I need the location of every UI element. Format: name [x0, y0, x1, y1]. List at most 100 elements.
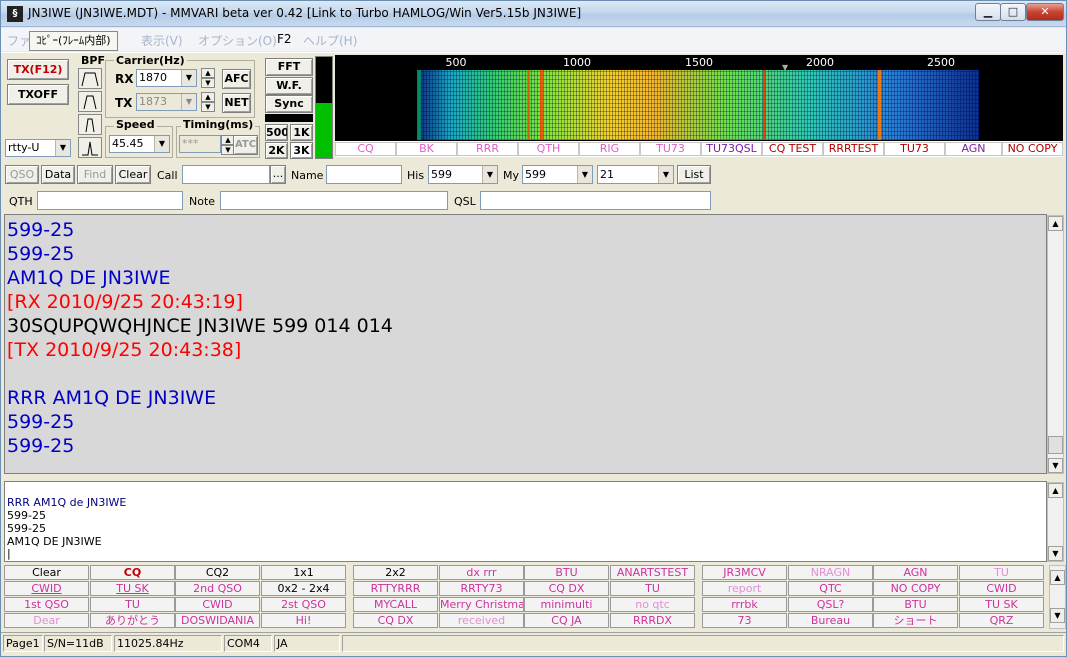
- qso-button[interactable]: QSO: [5, 165, 39, 184]
- his-report-select[interactable]: 599 ▼: [428, 165, 498, 184]
- macro-button[interactable]: RRTY73: [439, 581, 524, 596]
- macro-button[interactable]: 1x1: [261, 565, 346, 580]
- atc-button[interactable]: ATC: [233, 135, 258, 155]
- tx-button[interactable]: TX(F12): [7, 59, 69, 80]
- afc-button[interactable]: AFC: [222, 69, 251, 89]
- macro-button[interactable]: 0x2 - 2x4: [261, 581, 346, 596]
- quick-button-cq-test[interactable]: CQ TEST: [762, 142, 823, 156]
- timing-input[interactable]: ***: [179, 135, 221, 153]
- call-lookup-button[interactable]: ...: [270, 165, 286, 184]
- macro-button[interactable]: TU: [610, 581, 695, 596]
- menu-option[interactable]: オプション(O): [198, 32, 277, 49]
- macro-button[interactable]: BTU: [524, 565, 609, 580]
- maximize-button[interactable]: □: [1000, 3, 1026, 21]
- bpf-wide-button[interactable]: [78, 68, 102, 89]
- macro-button[interactable]: ありがとう: [90, 613, 175, 628]
- bpf-narrow-button[interactable]: [78, 114, 102, 135]
- waterfall-button[interactable]: W.F.: [265, 77, 313, 95]
- net-button[interactable]: NET: [222, 93, 251, 113]
- bpf-sharp-button[interactable]: [78, 137, 102, 158]
- macro-button[interactable]: RTTYRRR: [353, 581, 438, 596]
- macro-button[interactable]: dx rrr: [439, 565, 524, 580]
- minimize-button[interactable]: ▁: [975, 3, 1001, 21]
- scroll-up-icon[interactable]: ▲: [1050, 570, 1065, 585]
- menu-help[interactable]: ヘルプ(H): [303, 32, 357, 49]
- span-2k-button[interactable]: 2K: [265, 142, 288, 159]
- macro-button[interactable]: Merry Christmas: [439, 597, 524, 612]
- span-3k-button[interactable]: 3K: [290, 142, 313, 159]
- macro-button[interactable]: 2x2: [353, 565, 438, 580]
- macro-button[interactable]: no qtc: [610, 597, 695, 612]
- copy-frame-popup[interactable]: ｺﾋﾟｰ(ﾌﾚｰﾑ内部): [29, 31, 118, 51]
- waterfall-display[interactable]: 500 1000 1500 2000 2500 ▼ CQ BK RRR QTH …: [335, 55, 1063, 157]
- speed-select[interactable]: 45.45 ▼: [109, 135, 170, 153]
- quick-button-qth[interactable]: QTH: [518, 142, 579, 156]
- macro-button[interactable]: AGN: [873, 565, 958, 580]
- sync-button[interactable]: Sync: [265, 95, 313, 113]
- menu-view[interactable]: 表示(V): [141, 32, 183, 49]
- macro-button[interactable]: CWID: [959, 581, 1044, 596]
- quick-button-agn[interactable]: AGN: [945, 142, 1002, 156]
- scroll-thumb[interactable]: [1048, 436, 1063, 454]
- quick-button-cq[interactable]: CQ: [335, 142, 396, 156]
- macro-button[interactable]: RRRDX: [610, 613, 695, 628]
- macro-button[interactable]: 2nd QSO: [175, 581, 260, 596]
- macro-button[interactable]: Bureau: [788, 613, 873, 628]
- span-1k-button[interactable]: 1K: [290, 124, 313, 141]
- scroll-down-icon[interactable]: ▼: [1048, 458, 1063, 473]
- macro-button[interactable]: BTU: [873, 597, 958, 612]
- macro-button[interactable]: CWID: [4, 581, 89, 596]
- list-button[interactable]: List: [677, 165, 711, 184]
- macro-button[interactable]: Clear: [4, 565, 89, 580]
- macro-button[interactable]: TU SK: [90, 581, 175, 596]
- macro-button[interactable]: received: [439, 613, 524, 628]
- tx-scrollbar[interactable]: ▲ ▼: [1047, 482, 1064, 562]
- macro-button[interactable]: TU: [959, 565, 1044, 580]
- app-icon[interactable]: §: [7, 6, 23, 22]
- my-report-select[interactable]: 599 ▼: [522, 165, 593, 184]
- tx-text-area[interactable]: RRR AM1Q de JN3IWE 599-25 599-25 AM1Q DE…: [4, 481, 1047, 562]
- txoff-button[interactable]: TXOFF: [7, 84, 69, 105]
- time-select[interactable]: 21 ▼: [597, 165, 674, 184]
- macro-button[interactable]: CQ: [90, 565, 175, 580]
- macro-button[interactable]: NRAGN: [788, 565, 873, 580]
- macro-button[interactable]: minimulti: [524, 597, 609, 612]
- qth-input[interactable]: [37, 191, 183, 210]
- tx-frequency-select[interactable]: 1873 ▼: [136, 93, 197, 111]
- quick-button-tu73qsl[interactable]: TU73QSL: [701, 142, 762, 156]
- macro-button[interactable]: TU SK: [959, 597, 1044, 612]
- span-500-button[interactable]: 500: [265, 124, 288, 141]
- scroll-down-icon[interactable]: ▼: [1050, 608, 1065, 623]
- macro-button[interactable]: ANARTSTEST: [610, 565, 695, 580]
- call-input[interactable]: [182, 165, 270, 184]
- macro-button[interactable]: Dear: [4, 613, 89, 628]
- quick-button-rig[interactable]: RIG: [579, 142, 640, 156]
- scroll-down-icon[interactable]: ▼: [1048, 546, 1063, 561]
- quick-button-tu73[interactable]: TU73: [640, 142, 701, 156]
- macro-button[interactable]: JR3MCV: [702, 565, 787, 580]
- macro-button[interactable]: QSL?: [788, 597, 873, 612]
- scroll-up-icon[interactable]: ▲: [1048, 483, 1063, 498]
- bpf-medium-button[interactable]: [78, 91, 102, 112]
- macro-button[interactable]: CQ2: [175, 565, 260, 580]
- note-input[interactable]: [220, 191, 448, 210]
- quick-button-tu73-test[interactable]: TU73: [884, 142, 945, 156]
- macro-button[interactable]: report: [702, 581, 787, 596]
- macro-button[interactable]: NO COPY: [873, 581, 958, 596]
- name-input[interactable]: [326, 165, 402, 184]
- macro-button[interactable]: QTC: [788, 581, 873, 596]
- macro-button[interactable]: DOSWIDANIA: [175, 613, 260, 628]
- mode-select[interactable]: rtty-U ▼: [5, 139, 71, 157]
- close-button[interactable]: ✕: [1026, 3, 1064, 21]
- macro-button[interactable]: 1st QSO: [4, 597, 89, 612]
- macro-button[interactable]: MYCALL: [353, 597, 438, 612]
- macro-button[interactable]: CQ DX: [524, 581, 609, 596]
- macro-button[interactable]: ショート: [873, 613, 958, 628]
- qsl-input[interactable]: [480, 191, 711, 210]
- macro-button[interactable]: CWID: [175, 597, 260, 612]
- macro-button[interactable]: Hi!: [261, 613, 346, 628]
- macro-scrollbar[interactable]: ▲ ▼: [1049, 565, 1066, 629]
- macro-button[interactable]: CQ DX: [353, 613, 438, 628]
- clear-qso-button[interactable]: Clear: [115, 165, 151, 184]
- macro-button[interactable]: rrrbk: [702, 597, 787, 612]
